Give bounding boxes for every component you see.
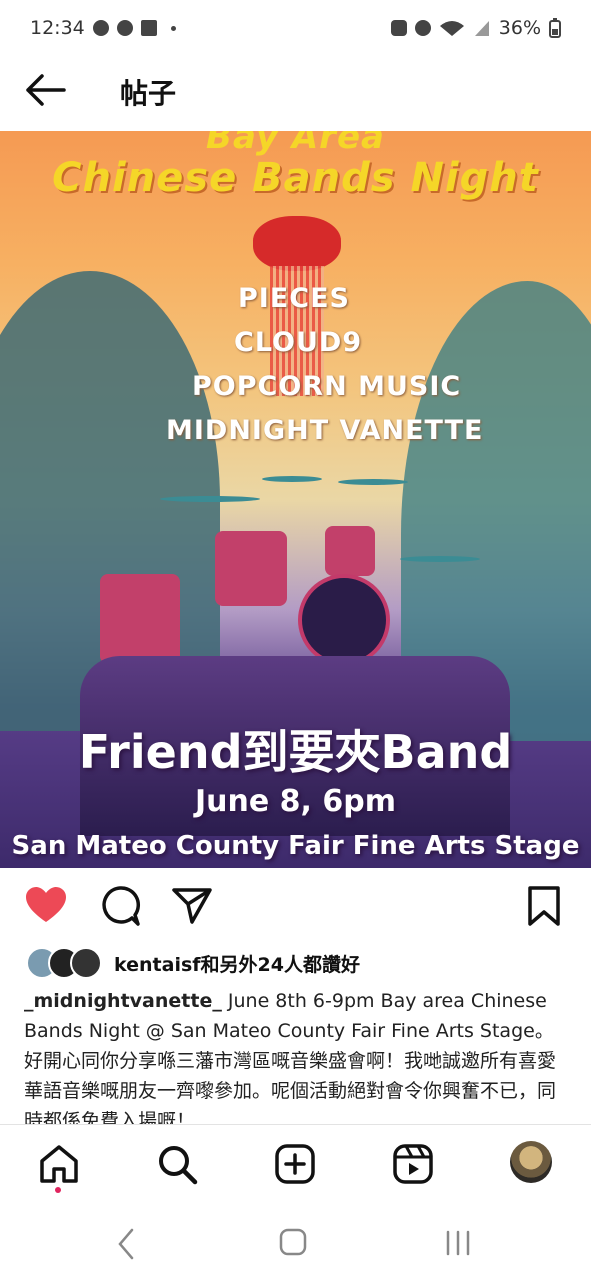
cymbal-graphic <box>400 556 480 562</box>
drum-graphic <box>325 526 375 576</box>
bottom-nav <box>0 1124 591 1205</box>
status-bar: 12:34 36% <box>0 0 591 56</box>
post-caption[interactable]: _midnightvanette_ June 8th 6-9pm Bay are… <box>24 986 570 1124</box>
send-icon[interactable] <box>170 884 214 928</box>
drum-graphic <box>215 531 287 606</box>
mail-icon <box>140 20 157 36</box>
search-icon[interactable] <box>156 1143 198 1185</box>
cymbal-graphic <box>160 496 260 502</box>
battery-percent: 36% <box>498 17 541 39</box>
system-recents-icon[interactable] <box>444 1228 472 1258</box>
likes-text: kentaisf和另外24人都讚好 <box>114 953 360 976</box>
bass-drum-graphic <box>298 574 390 666</box>
system-home-icon[interactable] <box>279 1228 307 1256</box>
poster-title-main: Chinese Bands Night <box>52 155 539 201</box>
wifi-icon <box>439 21 464 36</box>
bookmark-icon[interactable] <box>522 884 566 928</box>
lock-icon <box>390 20 407 36</box>
notification-icon <box>92 20 109 36</box>
post-actions <box>0 870 591 940</box>
status-time: 12:34 <box>30 17 85 39</box>
avatar <box>70 947 102 979</box>
heart-icon[interactable] <box>24 884 68 928</box>
create-icon[interactable] <box>274 1143 316 1185</box>
system-back-icon[interactable] <box>116 1228 136 1260</box>
notification-dot <box>55 1187 61 1193</box>
notification-icon <box>116 20 133 36</box>
post-header: 帖子 <box>0 56 591 126</box>
home-icon[interactable] <box>38 1143 80 1185</box>
lineup-item: PIECES <box>238 283 350 314</box>
battery-icon <box>549 18 561 38</box>
signal-icon <box>474 21 489 36</box>
cymbal-graphic <box>338 479 408 485</box>
system-nav-bar <box>0 1206 591 1280</box>
poster-band-name: Friend到要夾Band <box>78 725 513 779</box>
reels-icon[interactable] <box>392 1143 434 1185</box>
more-notifications-icon <box>170 25 176 31</box>
cymbal-graphic <box>262 476 322 482</box>
page-title: 帖子 <box>120 77 177 110</box>
lineup-item: POPCORN MUSIC <box>192 371 462 402</box>
poster-venue: San Mateo County Fair Fine Arts Stage <box>11 831 580 861</box>
poster-title-top: Bay Area <box>206 131 385 157</box>
drum-graphic <box>100 574 180 664</box>
caption-username[interactable]: _midnightvanette_ <box>24 990 222 1012</box>
poster-date: June 8, 6pm <box>195 784 396 819</box>
alarm-icon <box>414 20 431 36</box>
likes-row[interactable]: kentaisf和另外24人都讚好 <box>26 946 360 980</box>
profile-avatar[interactable] <box>510 1141 552 1183</box>
lineup-item: CLOUD9 <box>234 327 363 358</box>
comment-icon[interactable] <box>98 884 142 928</box>
post-image[interactable]: Bay Area Chinese Bands Night PIECES CLOU… <box>0 131 591 868</box>
lantern-graphic <box>253 216 341 271</box>
back-arrow-icon[interactable] <box>26 74 66 106</box>
lineup-item: MIDNIGHT VANETTE <box>166 415 484 446</box>
